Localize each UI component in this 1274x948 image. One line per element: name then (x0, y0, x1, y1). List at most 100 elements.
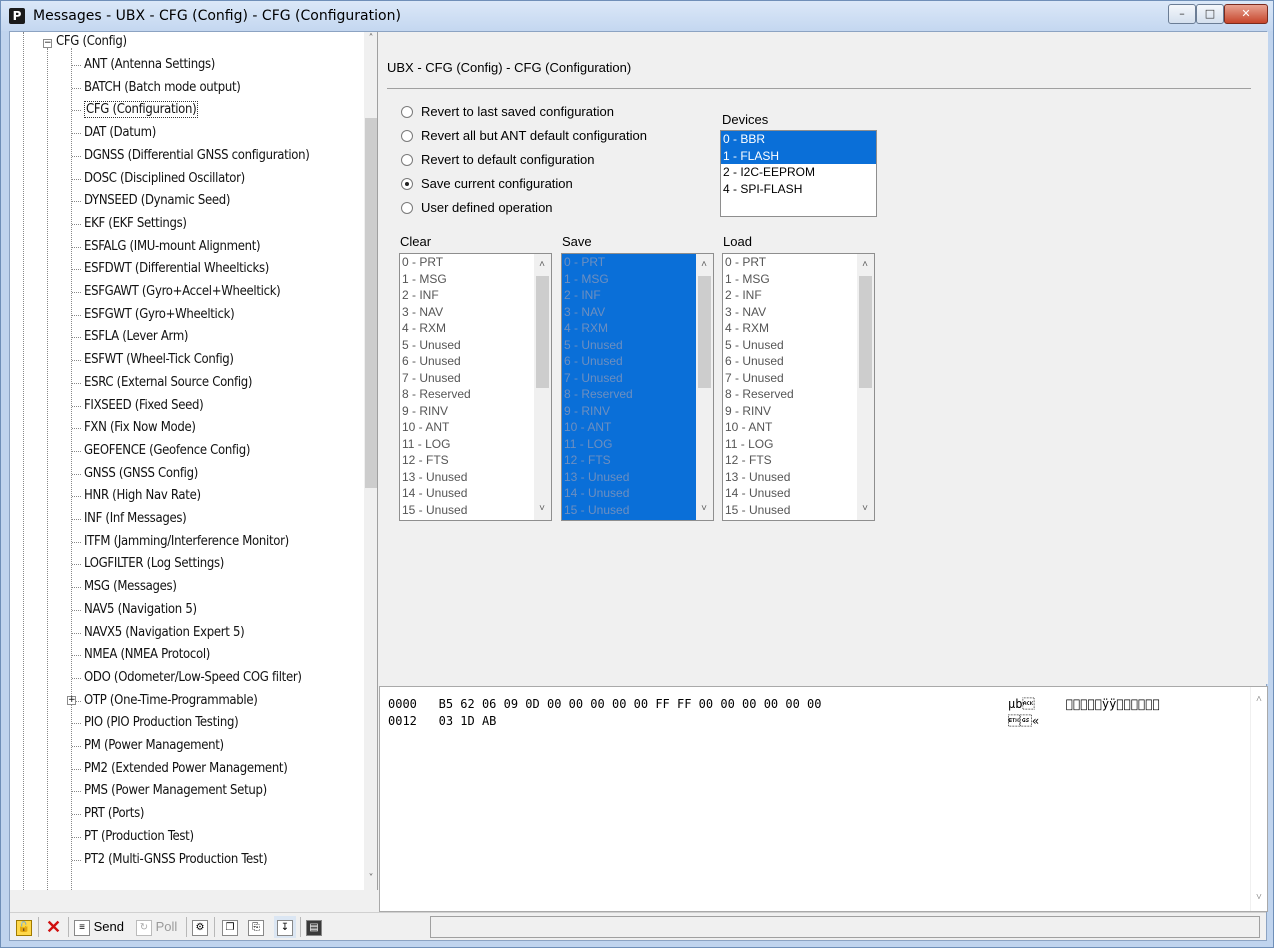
load-item[interactable]: 13 - Unused (723, 469, 874, 486)
tree-node[interactable]: INF (Inf Messages) (84, 508, 187, 530)
tree-node[interactable]: DGNSS (Differential GNSS configuration) (84, 145, 310, 167)
clear-item[interactable]: 7 - Unused (400, 370, 551, 387)
save-item[interactable]: 3 - NAV (562, 304, 713, 321)
save-item[interactable]: 1 - MSG (562, 271, 713, 288)
tree-node[interactable]: PMS (Power Management Setup) (84, 780, 267, 802)
clear-item[interactable]: 4 - RXM (400, 320, 551, 337)
save-item[interactable]: 9 - RINV (562, 403, 713, 420)
autoscroll-button[interactable]: ↧ (274, 916, 296, 938)
tree-node[interactable]: ESFGWT (Gyro+Wheeltick) (84, 304, 235, 326)
save-item[interactable]: 7 - Unused (562, 370, 713, 387)
tree-node[interactable]: ESFALG (IMU-mount Alignment) (84, 236, 261, 258)
tree-node[interactable]: FXN (Fix Now Mode) (84, 417, 196, 439)
load-listbox[interactable]: 0 - PRT 1 - MSG 2 - INF 3 - NAV 4 - RXM 5 - U… (722, 253, 875, 521)
clear-item[interactable]: 5 - Unused (400, 337, 551, 354)
clear-item[interactable]: 11 - LOG (400, 436, 551, 453)
load-item[interactable]: 5 - Unused (723, 337, 874, 354)
tree-node[interactable]: ESFDWT (Differential Wheelticks) (84, 258, 269, 280)
load-item[interactable]: 10 - ANT (723, 419, 874, 436)
tree-node[interactable]: EKF (EKF Settings) (84, 213, 187, 235)
save-item[interactable]: 0 - PRT (562, 254, 713, 271)
clear-scroll-thumb[interactable] (536, 276, 549, 388)
tree-node[interactable]: PT2 (Multi-GNSS Production Test) (84, 849, 268, 871)
save-item[interactable]: 11 - LOG (562, 436, 713, 453)
poll-button[interactable]: ↻ Poll (136, 916, 177, 938)
tree-node[interactable]: ODO (Odometer/Low-Speed COG filter) (84, 667, 302, 689)
load-item[interactable]: 1 - MSG (723, 271, 874, 288)
paste-button[interactable]: ⎘ (248, 916, 264, 938)
load-scroll-down-icon[interactable]: ˅ (858, 502, 872, 516)
clear-item[interactable]: 6 - Unused (400, 353, 551, 370)
tree-node[interactable]: PRT (Ports) (84, 803, 144, 825)
tree-node[interactable]: ESFLA (Lever Arm) (84, 326, 188, 348)
tree-node[interactable]: ESRC (External Source Config) (84, 372, 253, 394)
minimize-button[interactable]: – (1168, 4, 1196, 24)
hex-scrollbar[interactable]: ˄ ˅ (1250, 687, 1267, 911)
device-item[interactable]: 2 - I2C-EEPROM (721, 164, 876, 181)
tree-node[interactable]: DAT (Datum) (84, 122, 156, 144)
tree-vertical-scrollbar[interactable]: ˄ ˅ (364, 32, 377, 890)
load-scroll-up-icon[interactable]: ˄ (858, 258, 872, 272)
tree-node[interactable]: GEOFENCE (Geofence Config) (84, 440, 250, 462)
collapse-icon[interactable]: − (43, 39, 52, 48)
tree-node[interactable]: NMEA (NMEA Protocol) (84, 644, 210, 666)
radio-icon[interactable] (401, 178, 413, 190)
clear-item[interactable]: 14 - Unused (400, 485, 551, 502)
copy-button[interactable]: ❐ (222, 916, 238, 938)
tree-node[interactable]: MSG (Messages) (84, 576, 177, 598)
load-item[interactable]: 15 - Unused (723, 502, 874, 519)
load-item[interactable]: 7 - Unused (723, 370, 874, 387)
tree-node[interactable]: PM2 (Extended Power Management) (84, 758, 288, 780)
tree-node[interactable]: GNSS (GNSS Config) (84, 463, 198, 485)
clear-item[interactable]: 0 - PRT (400, 254, 551, 271)
clear-item[interactable]: 10 - ANT (400, 419, 551, 436)
clear-item[interactable]: 15 - Unused (400, 502, 551, 519)
clear-item[interactable]: 12 - FTS (400, 452, 551, 469)
clear-item[interactable]: 2 - INF (400, 287, 551, 304)
monitor-button[interactable]: ▤ (306, 916, 322, 938)
clear-scroll-down-icon[interactable]: ˅ (535, 502, 549, 516)
tree-node[interactable]: NAV5 (Navigation 5) (84, 599, 197, 621)
load-item[interactable]: 12 - FTS (723, 452, 874, 469)
save-scroll-up-icon[interactable]: ˄ (697, 258, 711, 272)
clear-item[interactable]: 1 - MSG (400, 271, 551, 288)
expand-icon[interactable]: + (67, 695, 76, 705)
lock-button[interactable]: 🔓 (16, 916, 32, 938)
send-button[interactable]: ≡ Send (74, 916, 124, 938)
hex-dump[interactable]: 0000 B5 62 06 09 0D 00 00 00 00 00 FF FF… (379, 686, 1268, 912)
clear-scroll-up-icon[interactable]: ˄ (535, 258, 549, 272)
tree-node[interactable]: PIO (PIO Production Testing) (84, 712, 239, 734)
load-item[interactable]: 9 - RINV (723, 403, 874, 420)
tree-node[interactable]: HNR (High Nav Rate) (84, 485, 201, 507)
load-item[interactable]: 8 - Reserved (723, 386, 874, 403)
load-item[interactable]: 11 - LOG (723, 436, 874, 453)
tree-node[interactable]: PM (Power Management) (84, 735, 224, 757)
tree-node[interactable]: CFG (Configuration) (84, 99, 199, 121)
title-bar[interactable]: P Messages - UBX - CFG (Config) - CFG (C… (1, 1, 1273, 31)
tree-node[interactable]: NAVX5 (Navigation Expert 5) (84, 622, 245, 644)
radio-icon[interactable] (401, 154, 413, 166)
save-scroll-down-icon[interactable]: ˅ (697, 502, 711, 516)
save-scrollbar[interactable]: ˄ ˅ (696, 254, 713, 520)
hex-scroll-up-icon[interactable]: ˄ (1252, 693, 1266, 707)
clear-listbox[interactable]: 0 - PRT 1 - MSG 2 - INF 3 - NAV 4 - RXM 5 - U… (399, 253, 552, 521)
close-button[interactable]: ✕ (1224, 4, 1268, 24)
tree-node[interactable]: PT (Production Test) (84, 826, 194, 848)
tree-node[interactable]: ITFM (Jamming/Interference Monitor) (84, 531, 289, 553)
load-item[interactable]: 6 - Unused (723, 353, 874, 370)
hex-scroll-down-icon[interactable]: ˅ (1252, 891, 1266, 905)
devices-listbox[interactable]: 0 - BBR 1 - FLASH 2 - I2C-EEPROM 4 - SPI-FL… (720, 130, 877, 217)
save-scroll-thumb[interactable] (698, 276, 711, 388)
tree-node[interactable]: DYNSEED (Dynamic Seed) (84, 190, 230, 212)
load-item[interactable]: 14 - Unused (723, 485, 874, 502)
save-item[interactable]: 10 - ANT (562, 419, 713, 436)
save-item[interactable]: 5 - Unused (562, 337, 713, 354)
tree-node[interactable]: BATCH (Batch mode output) (84, 77, 241, 99)
tree-node[interactable]: ANT (Antenna Settings) (84, 54, 215, 76)
clear-item[interactable]: 3 - NAV (400, 304, 551, 321)
tree-scroll-thumb[interactable] (365, 118, 377, 488)
clear-item[interactable]: 8 - Reserved (400, 386, 551, 403)
radio-icon[interactable] (401, 106, 413, 118)
save-item[interactable]: 15 - Unused (562, 502, 713, 519)
clear-item[interactable]: 13 - Unused (400, 469, 551, 486)
